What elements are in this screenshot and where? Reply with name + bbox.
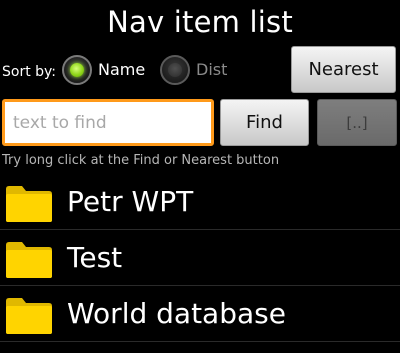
radio-dot-unselected — [168, 63, 182, 77]
sort-by-dist-radio[interactable]: Dist — [160, 55, 227, 85]
folder-icon — [6, 186, 52, 222]
find-button[interactable]: Find — [220, 99, 309, 146]
sort-dist-label: Dist — [196, 60, 228, 79]
radio-ring — [62, 55, 92, 85]
sort-label: Sort by: — [2, 64, 57, 80]
list-item[interactable]: Petr WPT — [0, 174, 400, 230]
radio-dot-selected — [70, 63, 84, 77]
parent-folder-button[interactable]: [..] — [317, 99, 397, 146]
list-item[interactable]: World database — [0, 286, 400, 342]
nearest-button[interactable]: Nearest — [291, 46, 396, 93]
sort-name-label: Name — [98, 60, 146, 79]
radio-ring — [160, 55, 190, 85]
folder-icon — [6, 298, 52, 334]
nav-item-list: Petr WPT Test World database — [0, 174, 400, 342]
search-input[interactable] — [2, 99, 214, 146]
list-item[interactable]: Test — [0, 230, 400, 286]
nav-item-list-screen: Nav item list Sort by: Name Dist Nearest… — [0, 0, 400, 353]
hint-text: Try long click at the Find or Nearest bu… — [2, 153, 280, 168]
list-item-label: Petr WPT — [67, 185, 194, 218]
page-title: Nav item list — [107, 5, 293, 39]
folder-icon — [6, 242, 52, 278]
list-item-label: Test — [67, 241, 123, 274]
list-item-label: World database — [67, 297, 286, 330]
sort-by-name-radio[interactable]: Name — [62, 55, 145, 85]
